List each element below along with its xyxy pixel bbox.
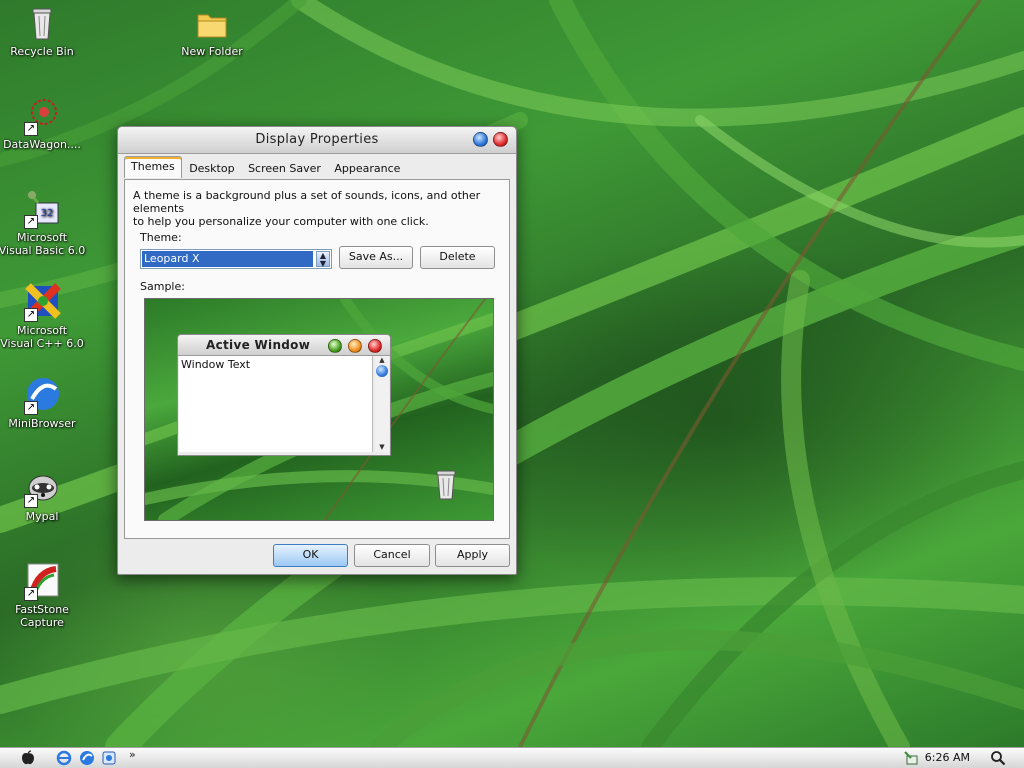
mypal-icon: ↗ xyxy=(22,468,62,508)
ok-button[interactable]: OK xyxy=(273,544,348,567)
taskbar: » 6:26 AM xyxy=(0,747,1024,768)
sample-red-button-icon xyxy=(368,339,382,353)
tab-desktop[interactable]: Desktop xyxy=(183,159,240,178)
desktop-icon-label: DataWagon.... xyxy=(3,138,81,151)
display-properties-dialog: Display Properties Themes Desktop Screen… xyxy=(117,126,517,575)
theme-select-value: Leopard X xyxy=(142,251,313,267)
shortcut-arrow-icon: ↗ xyxy=(24,587,38,601)
desktop-icon-mypal[interactable]: ↗ Mypal xyxy=(0,468,87,523)
theme-sample-preview: Active Window Window Text ▲ ▼ xyxy=(144,298,494,521)
desktop-icon-visual-cpp[interactable]: ↗ Microsoft Visual C++ 6.0 xyxy=(0,282,87,350)
search-icon[interactable] xyxy=(990,750,1006,766)
svg-text:32: 32 xyxy=(41,208,54,219)
tab-screen-saver[interactable]: Screen Saver xyxy=(242,159,327,178)
close-button[interactable] xyxy=(493,132,508,147)
desktop-icon-visual-basic[interactable]: 32 ↗ Microsoft Visual Basic 6.0 xyxy=(0,189,87,257)
shortcut-arrow-icon: ↗ xyxy=(24,215,38,229)
apple-menu-icon[interactable] xyxy=(20,750,36,766)
title-bar[interactable]: Display Properties xyxy=(118,127,516,154)
datawagon-icon: ↗ xyxy=(22,96,62,136)
sample-orange-button-icon xyxy=(348,339,362,353)
minibrowser-taskbar-icon[interactable] xyxy=(79,750,95,766)
recycle-bin-icon xyxy=(22,3,62,43)
desktop-icon-label: Visual C++ 6.0 xyxy=(0,337,84,350)
quick-launch-overflow[interactable]: » xyxy=(129,748,136,761)
internet-explorer-icon[interactable] xyxy=(56,750,72,766)
theme-description: A theme is a background plus a set of so… xyxy=(133,189,493,228)
apply-button[interactable]: Apply xyxy=(435,544,510,567)
description-line: A theme is a background plus a set of so… xyxy=(133,189,481,215)
description-line: to help you personalize your computer wi… xyxy=(133,215,429,228)
desktop-icon-minibrowser[interactable]: ↗ MiniBrowser xyxy=(0,375,87,430)
tab-appearance[interactable]: Appearance xyxy=(328,159,406,178)
folder-icon xyxy=(192,3,232,43)
sample-title-bar: Active Window xyxy=(178,335,390,356)
desktop-icon-label: Recycle Bin xyxy=(10,45,74,58)
desktop-icon-new-folder[interactable]: New Folder xyxy=(167,3,257,58)
desktop-icon-label: FastStone xyxy=(15,603,69,616)
save-as-button[interactable]: Save As... xyxy=(339,246,413,269)
tab-themes[interactable]: Themes xyxy=(124,156,182,178)
theme-select[interactable]: Leopard X ▲ ▼ xyxy=(140,249,332,269)
minibrowser-icon: ↗ xyxy=(22,375,62,415)
desktop-icon-label: Mypal xyxy=(25,510,59,523)
desktop-icon-label: Microsoft xyxy=(16,231,68,244)
desktop-icon-faststone-capture[interactable]: ↗ FastStone Capture xyxy=(0,561,87,629)
spinner-arrows-icon[interactable]: ▲ ▼ xyxy=(316,251,330,268)
sample-window-title: Active Window xyxy=(206,338,311,352)
sample-scrollbar: ▲ ▼ xyxy=(375,356,389,452)
shortcut-arrow-icon: ↗ xyxy=(24,494,38,508)
visual-basic-icon: 32 ↗ xyxy=(22,189,62,229)
desktop-icon-label: Visual Basic 6.0 xyxy=(0,244,86,257)
desktop-icon-label: Microsoft xyxy=(16,324,68,337)
desktop-icon-datawagon[interactable]: ↗ DataWagon.... xyxy=(0,96,87,151)
delete-button[interactable]: Delete xyxy=(420,246,495,269)
sample-green-button-icon xyxy=(328,339,342,353)
shortcut-arrow-icon: ↗ xyxy=(24,401,38,415)
clock: 6:26 AM xyxy=(924,751,970,764)
sample-label: Sample: xyxy=(140,280,185,293)
window-title: Display Properties xyxy=(255,132,379,147)
shortcut-arrow-icon: ↗ xyxy=(24,122,38,136)
desktop-icon-label: MiniBrowser xyxy=(8,417,76,430)
desktop-icon-label: Capture xyxy=(20,616,64,629)
maximize-button[interactable] xyxy=(473,132,488,147)
scroll-down-arrow-icon: ▼ xyxy=(379,443,385,451)
visual-cpp-icon: ↗ xyxy=(22,282,62,322)
network-tray-icon[interactable] xyxy=(903,750,919,766)
explorer-window-icon[interactable] xyxy=(101,750,117,766)
desktop-icon-label: New Folder xyxy=(181,45,243,58)
faststone-capture-icon: ↗ xyxy=(22,561,62,601)
cancel-button[interactable]: Cancel xyxy=(354,544,430,567)
desktop-icon-recycle-bin[interactable]: Recycle Bin xyxy=(0,3,87,58)
theme-label: Theme: xyxy=(140,231,182,244)
sample-window-text: Window Text xyxy=(179,356,373,452)
scroll-up-arrow-icon: ▲ xyxy=(379,356,385,364)
sample-recycle-bin-icon xyxy=(436,470,456,500)
scroll-thumb xyxy=(376,365,388,377)
tab-strip: Themes Desktop Screen Saver Appearance xyxy=(124,156,406,180)
sample-active-window: Active Window Window Text ▲ ▼ xyxy=(177,334,391,456)
shortcut-arrow-icon: ↗ xyxy=(24,308,38,322)
